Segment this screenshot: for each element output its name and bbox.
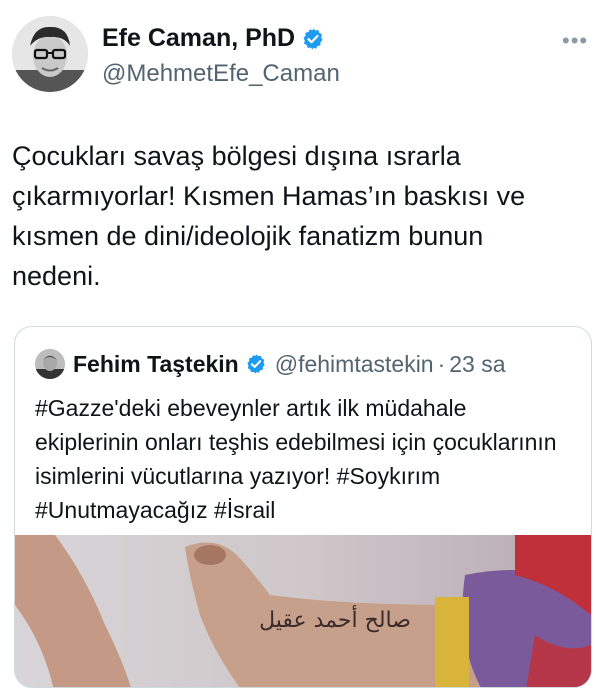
quoted-author-handle[interactable]: @fehimtastekin (275, 351, 434, 378)
tweet-text: Çocukları savaş bölgesi dışına ısrarla ç… (12, 141, 533, 291)
quoted-avatar-image (35, 349, 65, 379)
author-name-row: Efe Caman, PhD (102, 24, 325, 53)
timestamp-separator: · (437, 350, 446, 377)
author-avatar-image (12, 16, 88, 92)
more-options-icon[interactable]: ••• (562, 28, 588, 54)
quoted-author-avatar[interactable] (35, 349, 65, 379)
author-handle[interactable]: @MehmetEfe_Caman (102, 60, 340, 88)
quoted-verified-badge-icon (247, 354, 265, 374)
verified-badge-icon (303, 28, 323, 49)
handwritten-name-text: صالح أحمد عقيل (259, 605, 411, 633)
quoted-media-photo: صالح أحمد عقيل (15, 535, 591, 687)
quoted-author-name[interactable]: Fehim Taştekin (73, 351, 239, 378)
quoted-tweet-card[interactable]: Fehim Taştekin @fehimtastekin · 23 sa #G… (14, 326, 592, 688)
author-name[interactable]: Efe Caman, PhD (102, 24, 295, 53)
quoted-tweet-header: Fehim Taştekin @fehimtastekin · 23 sa (35, 349, 506, 379)
quoted-timestamp[interactable]: 23 sa (449, 351, 505, 378)
author-avatar[interactable] (12, 16, 88, 92)
quoted-media-image[interactable]: صالح أحمد عقيل (15, 535, 591, 687)
quoted-tweet-text: #Gazze'deki ebeveynler artık ilk müdahal… (35, 395, 563, 523)
